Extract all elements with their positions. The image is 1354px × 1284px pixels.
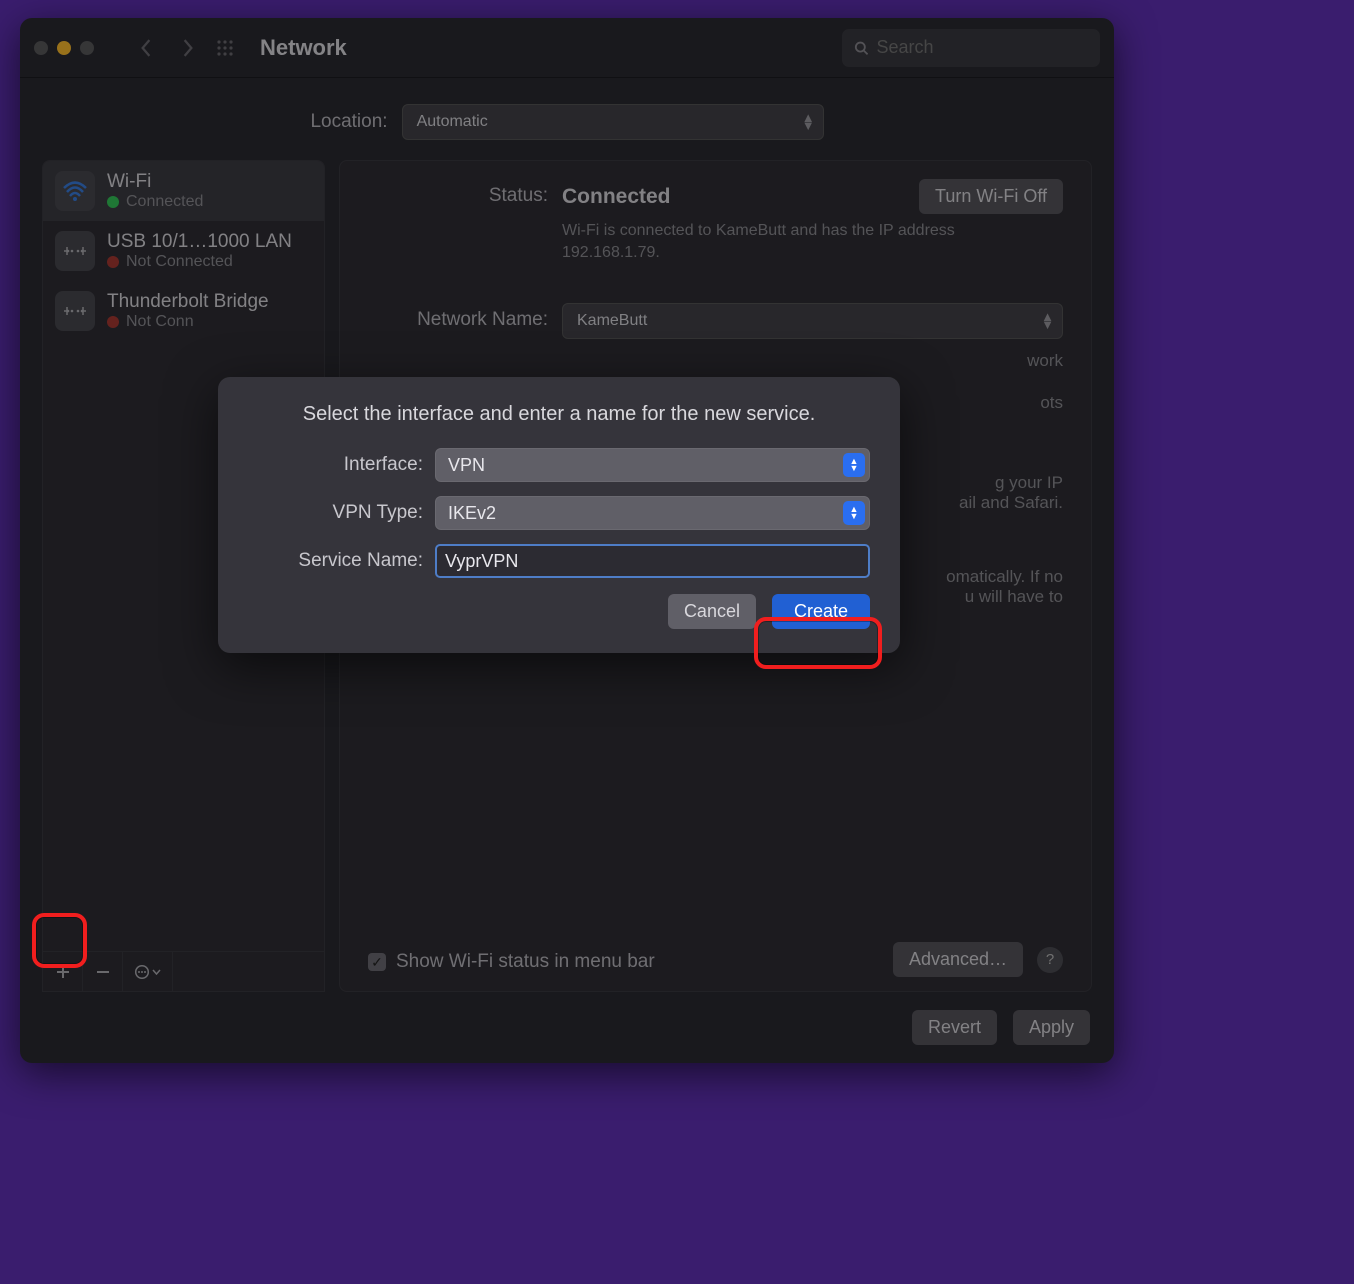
service-wifi[interactable]: Wi-Fi Connected <box>43 161 324 221</box>
bottom-actions: Revert Apply <box>20 992 1114 1063</box>
zoom-window-button[interactable] <box>80 41 94 55</box>
status-dot-icon <box>107 256 119 268</box>
search-input[interactable] <box>876 37 1088 58</box>
search-field[interactable] <box>842 29 1100 67</box>
popup-arrows-icon: ▲▼ <box>1041 313 1054 329</box>
service-status: Not Conn <box>126 313 194 331</box>
remove-service-button[interactable] <box>83 952 123 991</box>
location-popup[interactable]: Automatic ▲▼ <box>402 104 824 140</box>
show-in-menubar-checkbox[interactable]: ✓ Show Wi-Fi status in menu bar <box>368 951 655 973</box>
annotation-highlight-create <box>754 617 882 669</box>
service-thunderbolt-bridge[interactable]: Thunderbolt Bridge Not Conn <box>43 281 324 341</box>
service-status: Not Connected <box>126 253 233 271</box>
service-name: Wi-Fi <box>107 171 203 193</box>
chevron-down-icon <box>152 969 161 975</box>
partial-text: work <box>562 351 1063 371</box>
apply-button[interactable]: Apply <box>1013 1010 1090 1045</box>
new-service-sheet: Select the interface and enter a name fo… <box>218 377 900 653</box>
network-name-label: Network Name: <box>368 303 548 331</box>
ethernet-icon <box>55 231 95 271</box>
status-value: Connected <box>562 185 671 209</box>
service-name-label: Service Name: <box>248 550 423 572</box>
service-name-input[interactable] <box>435 544 870 578</box>
interface-select[interactable]: VPN ▲▼ <box>435 448 870 482</box>
advanced-button[interactable]: Advanced… <box>893 942 1023 977</box>
minus-icon <box>96 965 110 979</box>
location-label: Location: <box>310 111 387 133</box>
service-status: Connected <box>126 193 203 211</box>
vpn-type-value: IKEv2 <box>448 503 496 524</box>
sheet-title: Select the interface and enter a name fo… <box>248 403 870 426</box>
select-arrows-icon: ▲▼ <box>843 453 865 477</box>
minimize-window-button[interactable] <box>57 41 71 55</box>
help-button[interactable]: ? <box>1037 947 1063 973</box>
vpn-type-select[interactable]: IKEv2 ▲▼ <box>435 496 870 530</box>
traffic-lights <box>34 41 94 55</box>
interface-value: VPN <box>448 455 485 476</box>
nav-buttons <box>140 39 194 57</box>
back-icon[interactable] <box>140 39 152 57</box>
ethernet-icon <box>55 291 95 331</box>
status-dot-icon <box>107 196 119 208</box>
show-all-icon[interactable] <box>216 39 234 57</box>
toolbar-spacer <box>173 952 324 991</box>
popup-arrows-icon: ▲▼ <box>802 114 815 130</box>
search-icon <box>854 40 868 56</box>
network-name-value: KameButt <box>577 312 647 330</box>
revert-button[interactable]: Revert <box>912 1010 997 1045</box>
wifi-icon <box>55 171 95 211</box>
status-dot-icon <box>107 316 119 328</box>
cancel-button[interactable]: Cancel <box>668 594 756 629</box>
service-name: USB 10/1…1000 LAN <box>107 231 292 253</box>
location-row: Location: Automatic ▲▼ <box>20 78 1114 160</box>
status-label: Status: <box>368 179 548 207</box>
ellipsis-circle-icon <box>134 964 150 980</box>
status-description: Wi-Fi is connected to KameButt and has t… <box>562 220 972 263</box>
vpn-type-label: VPN Type: <box>248 502 423 524</box>
close-window-button[interactable] <box>34 41 48 55</box>
service-name: Thunderbolt Bridge <box>107 291 269 313</box>
interface-label: Interface: <box>248 454 423 476</box>
select-arrows-icon: ▲▼ <box>843 501 865 525</box>
forward-icon[interactable] <box>182 39 194 57</box>
annotation-highlight-plus <box>32 913 87 968</box>
titlebar: Network <box>20 18 1114 78</box>
show-in-menubar-label: Show Wi-Fi status in menu bar <box>396 951 655 973</box>
window-title: Network <box>260 35 347 61</box>
location-value: Automatic <box>417 113 488 131</box>
turn-wifi-off-button[interactable]: Turn Wi-Fi Off <box>919 179 1063 214</box>
network-name-popup[interactable]: KameButt ▲▼ <box>562 303 1063 339</box>
checkmark-icon: ✓ <box>368 953 386 971</box>
service-usb-lan[interactable]: USB 10/1…1000 LAN Not Connected <box>43 221 324 281</box>
service-options-button[interactable] <box>123 952 173 991</box>
